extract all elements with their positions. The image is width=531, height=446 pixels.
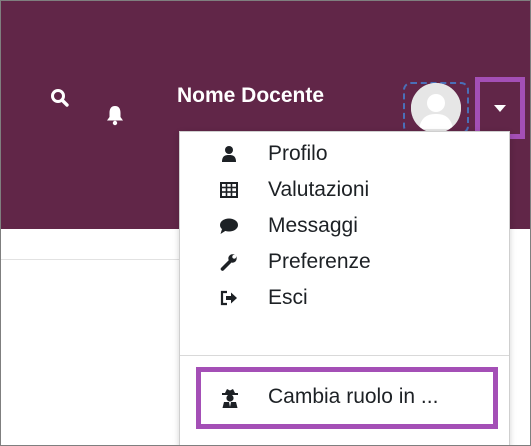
avatar[interactable] <box>411 83 461 133</box>
menu-item-logout[interactable]: Esci <box>180 280 509 316</box>
app-window: Nome Docente Profilo Valutazioni Messagg… <box>0 0 531 446</box>
menu-item-profile[interactable]: Profilo <box>180 136 509 172</box>
user-menu-toggle[interactable] <box>475 77 525 139</box>
menu-item-label: Preferenze <box>268 250 371 273</box>
comment-icon <box>218 214 240 238</box>
menu-item-label: Messaggi <box>268 214 358 237</box>
user-secret-icon <box>218 386 242 410</box>
caret-down-icon <box>494 104 506 112</box>
sign-out-icon <box>218 286 240 310</box>
search-icon[interactable] <box>45 83 75 113</box>
menu-divider <box>180 355 509 356</box>
menu-item-label: Esci <box>268 286 308 309</box>
table-icon <box>218 178 240 202</box>
switch-role-label: Cambia ruolo in ... <box>268 385 439 408</box>
menu-item-preferences[interactable]: Preferenze <box>180 244 509 280</box>
menu-item-label: Profilo <box>268 142 328 165</box>
bell-icon[interactable] <box>102 98 128 132</box>
wrench-icon <box>218 250 240 274</box>
menu-item-switch-role[interactable]: Cambia ruolo in ... <box>196 367 498 429</box>
content-divider <box>1 259 183 260</box>
user-avatar-icon <box>411 83 461 133</box>
avatar-focus-outline[interactable] <box>403 82 469 134</box>
menu-item-messages[interactable]: Messaggi <box>180 208 509 244</box>
user-name-label[interactable]: Nome Docente <box>177 84 324 108</box>
user-icon <box>218 142 240 166</box>
menu-item-grades[interactable]: Valutazioni <box>180 172 509 208</box>
menu-item-label: Valutazioni <box>268 178 370 201</box>
user-dropdown-menu: Profilo Valutazioni Messaggi Preferenze … <box>179 131 510 445</box>
